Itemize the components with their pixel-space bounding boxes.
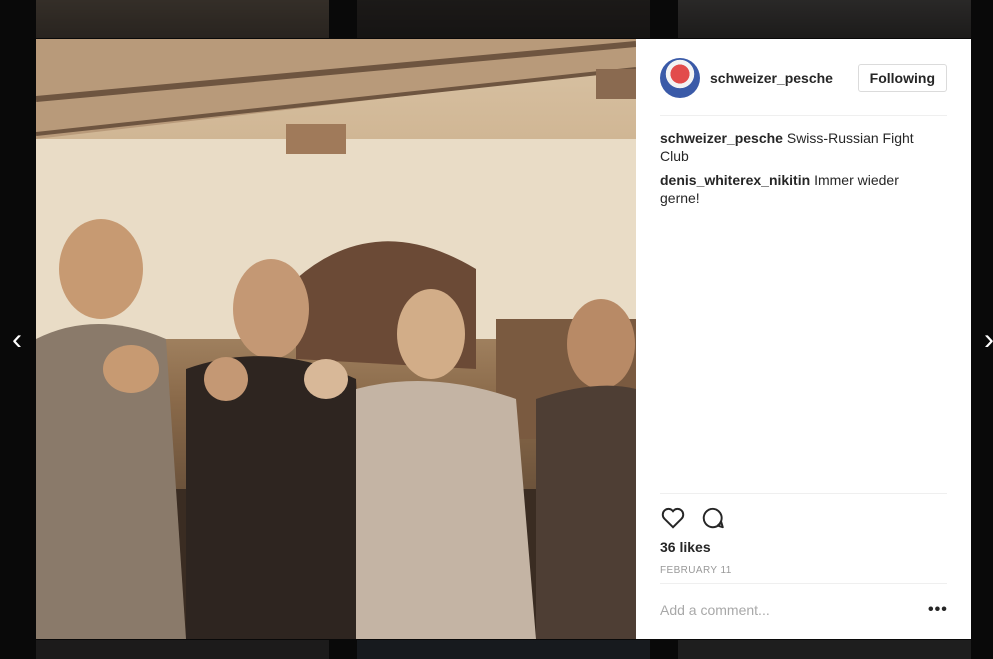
add-comment-input[interactable] — [660, 602, 900, 618]
heart-icon[interactable] — [660, 505, 686, 531]
instagram-post-viewer: ‹ › schweizer_pesche Following schweizer… — [0, 0, 993, 659]
post-author-username[interactable]: schweizer_pesche — [710, 70, 833, 86]
post-modal: schweizer_pesche Following schweizer_pes… — [36, 39, 971, 639]
comments-list: schweizer_pesche Swiss-Russian Fight Clu… — [660, 129, 940, 213]
comment-username[interactable]: schweizer_pesche — [660, 130, 783, 146]
following-button[interactable]: Following — [857, 64, 947, 92]
post-photo[interactable] — [36, 39, 636, 639]
divider — [660, 583, 947, 584]
more-options-icon[interactable]: ••• — [928, 601, 948, 619]
comment-icon[interactable] — [700, 505, 726, 531]
chevron-left-icon[interactable]: ‹ — [6, 324, 28, 356]
likes-count[interactable]: 36 likes — [660, 539, 711, 555]
avatar[interactable] — [660, 58, 700, 98]
comment-item: denis_whiterex_nikitin Immer wieder gern… — [660, 171, 940, 207]
chevron-right-icon[interactable]: › — [978, 324, 993, 356]
comment-username[interactable]: denis_whiterex_nikitin — [660, 172, 810, 188]
divider — [660, 115, 947, 116]
divider — [660, 493, 947, 494]
post-actions — [660, 505, 726, 531]
comment-item: schweizer_pesche Swiss-Russian Fight Clu… — [660, 129, 940, 165]
post-date[interactable]: FEBRUARY 11 — [660, 565, 732, 576]
post-sidebar: schweizer_pesche Following schweizer_pes… — [636, 39, 971, 639]
post-header: schweizer_pesche Following — [660, 57, 947, 99]
post-photo-illustration — [36, 39, 636, 639]
